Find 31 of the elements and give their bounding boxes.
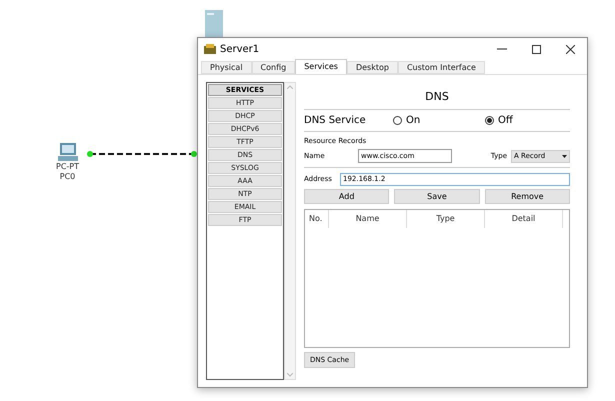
computer-icon bbox=[56, 142, 78, 162]
column-header[interactable]: Name bbox=[329, 210, 407, 228]
tab[interactable]: Physical bbox=[201, 61, 252, 74]
close-icon bbox=[566, 44, 574, 54]
maximize-icon bbox=[532, 44, 540, 54]
column-header[interactable]: Type bbox=[407, 210, 485, 228]
server-icon bbox=[205, 10, 223, 40]
tab[interactable]: Services bbox=[295, 59, 347, 74]
action-button[interactable]: Remove bbox=[484, 189, 570, 204]
app-icon bbox=[204, 44, 216, 54]
action-button[interactable]: Add bbox=[304, 189, 390, 204]
tab[interactable]: Custom Interface bbox=[398, 61, 485, 74]
radio-button[interactable] bbox=[393, 116, 402, 124]
chevron-down-icon bbox=[287, 373, 293, 377]
minimize-icon bbox=[497, 48, 507, 50]
column-header[interactable]: No. bbox=[305, 210, 329, 228]
action-button[interactable]: Save bbox=[394, 189, 480, 204]
device-name: PC0 bbox=[60, 172, 76, 182]
caret-icon bbox=[562, 154, 567, 158]
device-model: PC-PT bbox=[56, 162, 80, 172]
radio-option[interactable]: On bbox=[393, 112, 485, 128]
radio-option[interactable]: Off bbox=[485, 112, 513, 128]
service-label: DNS Service bbox=[304, 114, 367, 128]
scrollbar[interactable] bbox=[284, 82, 296, 380]
tab[interactable]: Desktop bbox=[346, 61, 398, 74]
tab[interactable]: Config bbox=[252, 61, 296, 74]
panel-heading: DNS bbox=[424, 89, 450, 105]
chevron-up-icon bbox=[287, 85, 293, 89]
radio-button[interactable] bbox=[485, 116, 494, 124]
window-title: Server1 bbox=[220, 42, 260, 56]
column-header[interactable]: Detail bbox=[485, 210, 563, 228]
